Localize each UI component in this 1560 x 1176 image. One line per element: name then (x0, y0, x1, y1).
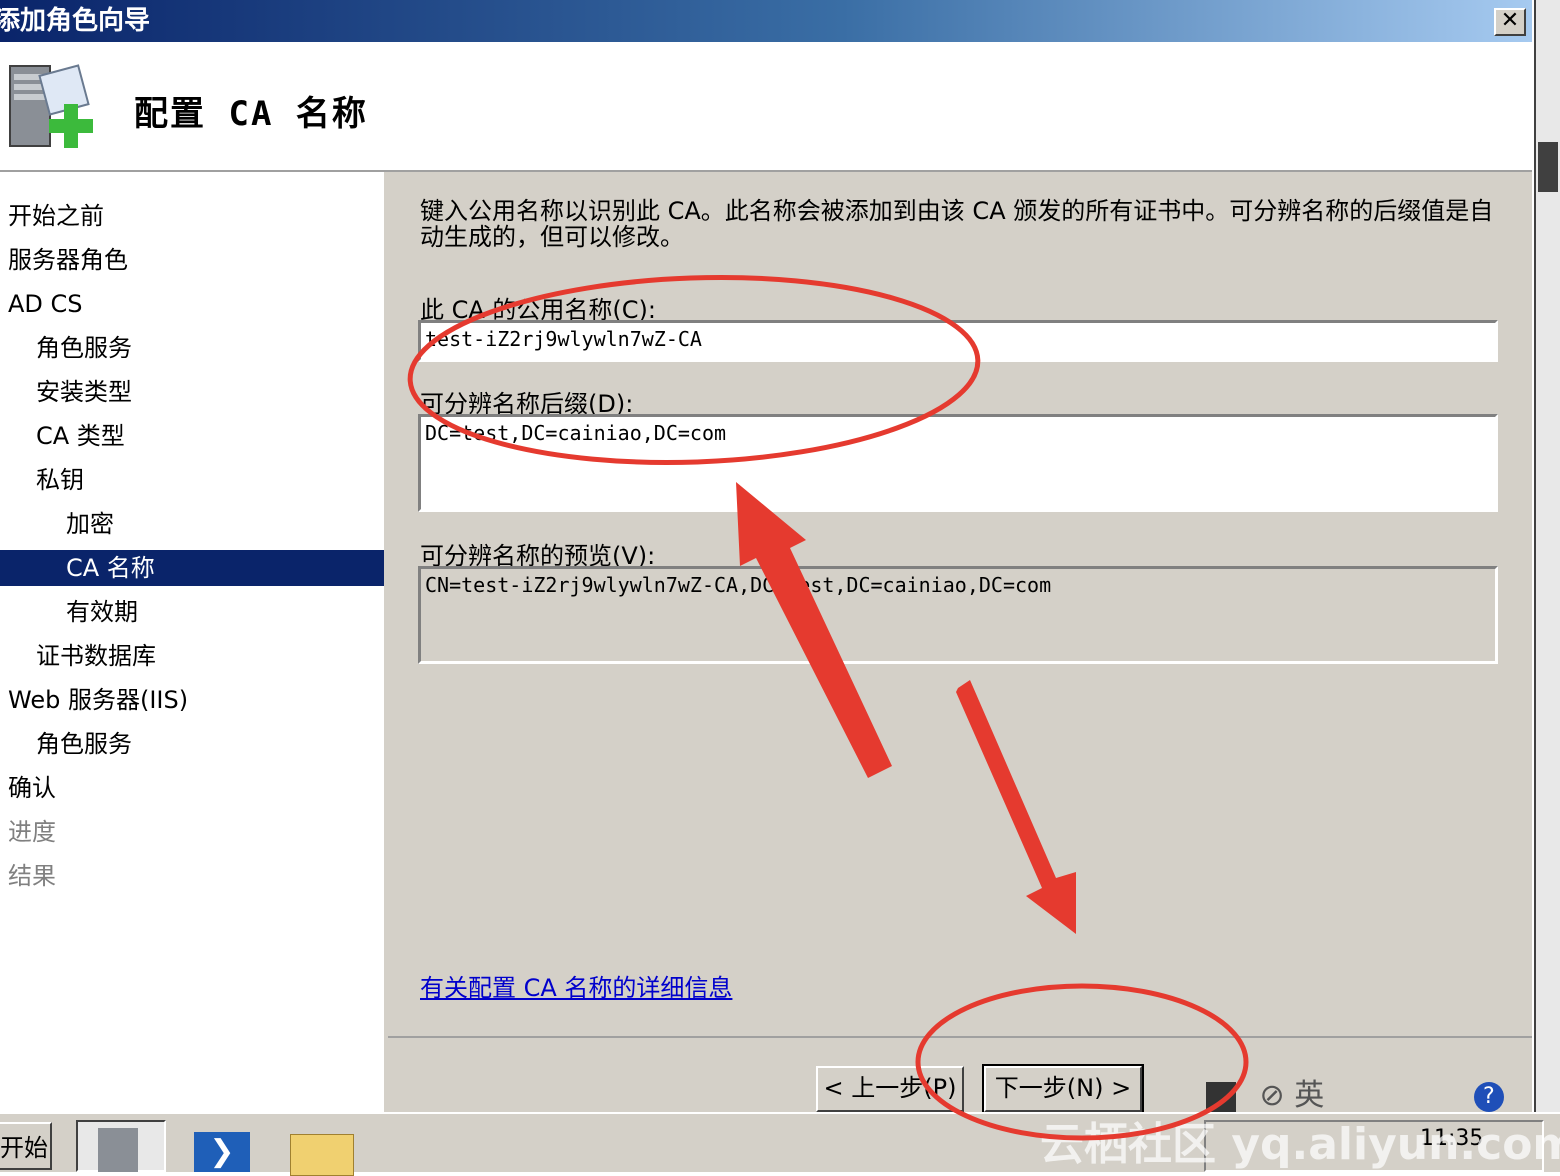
nav-item[interactable]: 私钥 (0, 462, 384, 498)
wizard-content: 键入公用名称以识别此 CA。此名称会被添加到由该 CA 颁发的所有证书中。可分辨… (388, 172, 1532, 1112)
nav-item[interactable]: 角色服务 (0, 726, 384, 762)
server-manager-taskbar-button[interactable] (76, 1120, 166, 1172)
close-button[interactable]: ✕ (1494, 8, 1526, 36)
nav-item[interactable]: 结果 (0, 858, 384, 894)
help-icon[interactable]: ? (1473, 1081, 1504, 1112)
back-button[interactable]: < 上一步(P) (816, 1066, 964, 1112)
description-text: 键入公用名称以识别此 CA。此名称会被添加到由该 CA 颁发的所有证书中。可分辨… (420, 197, 1494, 251)
nav-item[interactable]: 有效期 (0, 594, 384, 630)
language-bar[interactable]: ⊘ 英 ? (1160, 1070, 1504, 1113)
nav-item[interactable]: 进度 (0, 814, 384, 850)
powershell-icon: ❯ (194, 1132, 250, 1172)
window-title: 添加角色向导 (0, 6, 151, 36)
help-link[interactable]: 有关配置 CA 名称的详细信息 (420, 968, 732, 1003)
powershell-taskbar-button[interactable]: ❯ (184, 1120, 274, 1172)
close-icon: ✕ (1500, 8, 1520, 33)
server-manager-icon (98, 1128, 138, 1172)
watermark: 云栖社区 yq.aliyun.com (1040, 1119, 1560, 1170)
vertical-scrollbar[interactable] (1534, 0, 1560, 1112)
nav-item[interactable]: CA 名称 (0, 550, 384, 586)
page-title: 配置 CA 名称 (134, 94, 368, 134)
title-bar: 添加角色向导 ✕ (0, 0, 1532, 42)
explorer-taskbar-button[interactable] (284, 1120, 374, 1176)
nav-item[interactable]: 证书数据库 (0, 638, 384, 674)
nav-item[interactable]: 角色服务 (0, 330, 384, 366)
next-button[interactable]: 下一步(N) > (982, 1064, 1144, 1114)
nav-item[interactable]: 安装类型 (0, 374, 384, 410)
server-add-icon (9, 64, 93, 148)
nav-item[interactable]: 开始之前 (0, 198, 384, 234)
button-separator (388, 1036, 1532, 1038)
ime-icon[interactable] (1206, 1081, 1236, 1112)
nav-item[interactable]: 确认 (0, 770, 384, 806)
wizard-header: 配置 CA 名称 (0, 42, 1532, 172)
dn-suffix-textarea[interactable]: DC=test,DC=cainiao,DC=com (418, 414, 1498, 512)
nav-item[interactable]: CA 类型 (0, 418, 384, 454)
nav-item[interactable]: 服务器角色 (0, 242, 384, 278)
nav-item[interactable]: Web 服务器(IIS) (0, 682, 384, 718)
common-name-input[interactable]: test-iZ2rj9wlywln7wZ-CA (418, 320, 1498, 362)
nav-item[interactable]: 加密 (0, 506, 384, 542)
wizard-nav: 开始之前 服务器角色 AD CS 角色服务 安装类型 CA 类型 私钥 加密 CA 名称 有效期证… (0, 172, 388, 1112)
nav-item[interactable]: AD CS (0, 286, 384, 322)
scrollbar-thumb[interactable] (1538, 142, 1558, 192)
dn-preview-box: CN=test-iZ2rj9wlywln7wZ-CA,DC=test,DC=ca… (418, 566, 1498, 664)
start-button[interactable]: 开始 (0, 1122, 52, 1170)
